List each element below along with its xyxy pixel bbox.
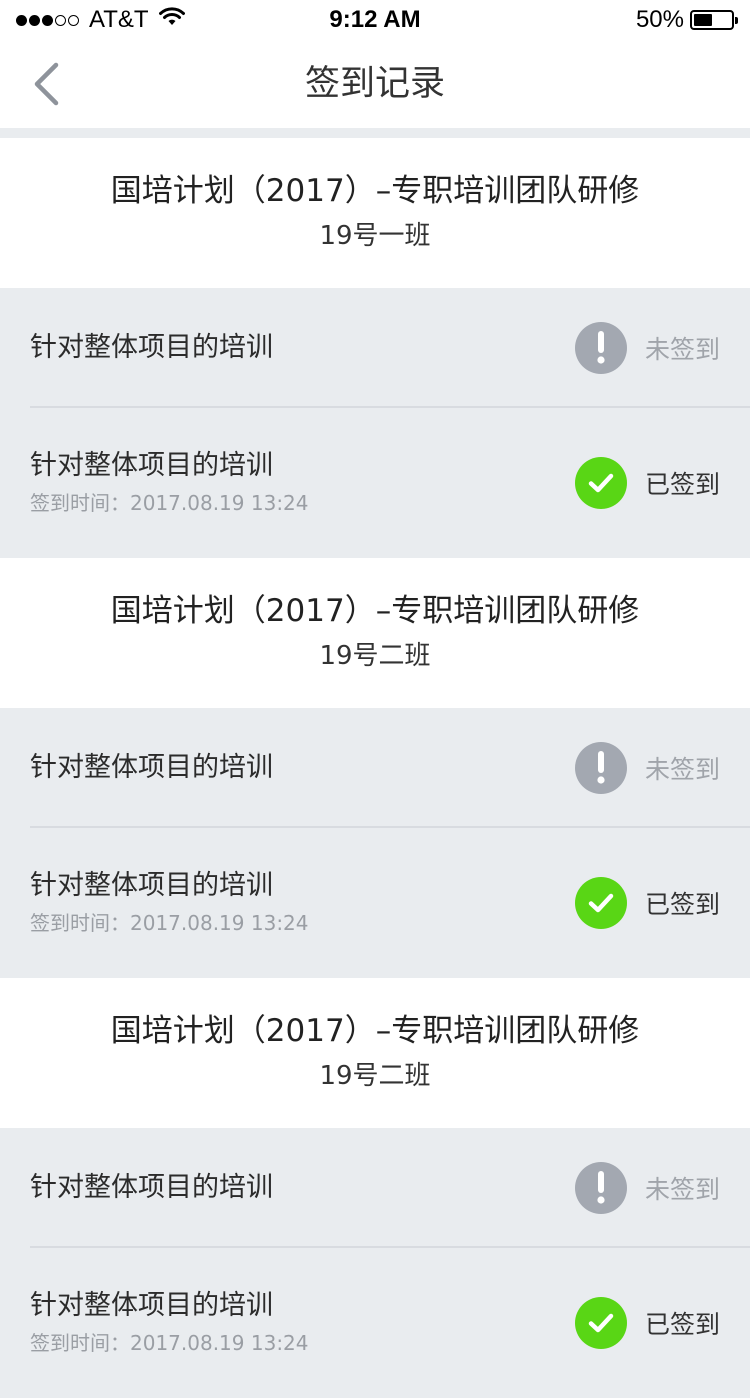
class-group-title: 国培计划（2017）–专职培训团队研修 — [110, 1013, 640, 1049]
signin-status-label: 未签到 — [644, 1175, 720, 1204]
check-circle-icon — [574, 457, 627, 509]
record-text: 针对整体项目的培训 — [30, 708, 273, 828]
signin-status: 未签到 — [574, 288, 720, 408]
record-name: 针对整体项目的培训 — [30, 1290, 273, 1321]
exclamation-circle-icon — [574, 1162, 627, 1214]
class-group-title: 国培计划（2017）–专职培训团队研修 — [110, 593, 640, 629]
class-group-subtitle: 19号二班 — [319, 641, 431, 671]
signin-time: 签到时间：2017.08.19 13:24 — [30, 491, 309, 515]
exclamation-circle-icon — [574, 742, 627, 794]
signin-time: 签到时间：2017.08.19 13:24 — [30, 1331, 309, 1355]
record-name: 针对整体项目的培训 — [30, 332, 273, 363]
signin-status-label: 未签到 — [644, 335, 720, 364]
signin-record-row[interactable]: 针对整体项目的培训 未签到 — [0, 708, 750, 828]
carrier-name: AT&T — [89, 6, 149, 33]
battery-percent: 50% — [635, 6, 684, 33]
chevron-left-icon — [34, 62, 59, 106]
record-text: 针对整体项目的培训 — [30, 288, 273, 408]
record-name: 针对整体项目的培训 — [30, 1172, 273, 1203]
signin-status-label: 未签到 — [644, 755, 720, 784]
signin-status-label: 已签到 — [644, 470, 720, 499]
navigation-bar: 签到记录 — [0, 40, 750, 128]
signin-status: 未签到 — [574, 1128, 720, 1248]
status-bar: AT&T 9:12 AM 50% — [0, 0, 750, 40]
signin-record-row[interactable]: 针对整体项目的培训 未签到 — [0, 288, 750, 408]
signin-status: 已签到 — [574, 828, 720, 978]
signin-time: 签到时间：2017.08.19 13:24 — [30, 911, 309, 935]
class-group-subtitle: 19号一班 — [319, 221, 431, 251]
wifi-icon — [158, 6, 185, 34]
record-text: 针对整体项目的培训签到时间：2017.08.19 13:24 — [30, 1248, 309, 1398]
signin-status: 未签到 — [574, 708, 720, 828]
exclamation-circle-icon — [574, 322, 627, 374]
signin-record-list: 国培计划（2017）–专职培训团队研修 19号一班 针对整体项目的培训 未签到 针对整体… — [0, 138, 750, 1398]
class-group-header: 国培计划（2017）–专职培训团队研修 19号二班 — [0, 978, 750, 1128]
record-text: 针对整体项目的培训签到时间：2017.08.19 13:24 — [30, 408, 309, 558]
signal-strength-icon — [16, 14, 81, 26]
record-text: 针对整体项目的培训签到时间：2017.08.19 13:24 — [30, 828, 309, 978]
status-right: 50% — [635, 6, 738, 34]
signin-record-row[interactable]: 针对整体项目的培训签到时间：2017.08.19 13:24 已签到 — [0, 408, 750, 558]
class-group-subtitle: 19号二班 — [319, 1061, 431, 1091]
record-name: 针对整体项目的培训 — [30, 870, 273, 901]
check-circle-icon — [574, 1297, 627, 1349]
back-button[interactable] — [22, 58, 70, 110]
signin-status-label: 已签到 — [644, 1310, 720, 1339]
battery-icon — [690, 10, 738, 30]
signin-record-row[interactable]: 针对整体项目的培训签到时间：2017.08.19 13:24 已签到 — [0, 828, 750, 978]
record-name: 针对整体项目的培训 — [30, 752, 273, 783]
check-circle-icon — [574, 877, 627, 929]
signin-status: 已签到 — [574, 1248, 720, 1398]
record-text: 针对整体项目的培训 — [30, 1128, 273, 1248]
signin-status-label: 已签到 — [644, 890, 720, 919]
class-group-header: 国培计划（2017）–专职培训团队研修 19号一班 — [0, 138, 750, 288]
page-title: 签到记录 — [304, 64, 445, 104]
signin-record-row[interactable]: 针对整体项目的培训 未签到 — [0, 1128, 750, 1248]
record-name: 针对整体项目的培训 — [30, 450, 273, 481]
class-group-header: 国培计划（2017）–专职培训团队研修 19号二班 — [0, 558, 750, 708]
signin-status: 已签到 — [574, 408, 720, 558]
status-left: AT&T — [16, 6, 185, 34]
signin-record-row[interactable]: 针对整体项目的培训签到时间：2017.08.19 13:24 已签到 — [0, 1248, 750, 1398]
class-group-title: 国培计划（2017）–专职培训团队研修 — [110, 173, 640, 209]
